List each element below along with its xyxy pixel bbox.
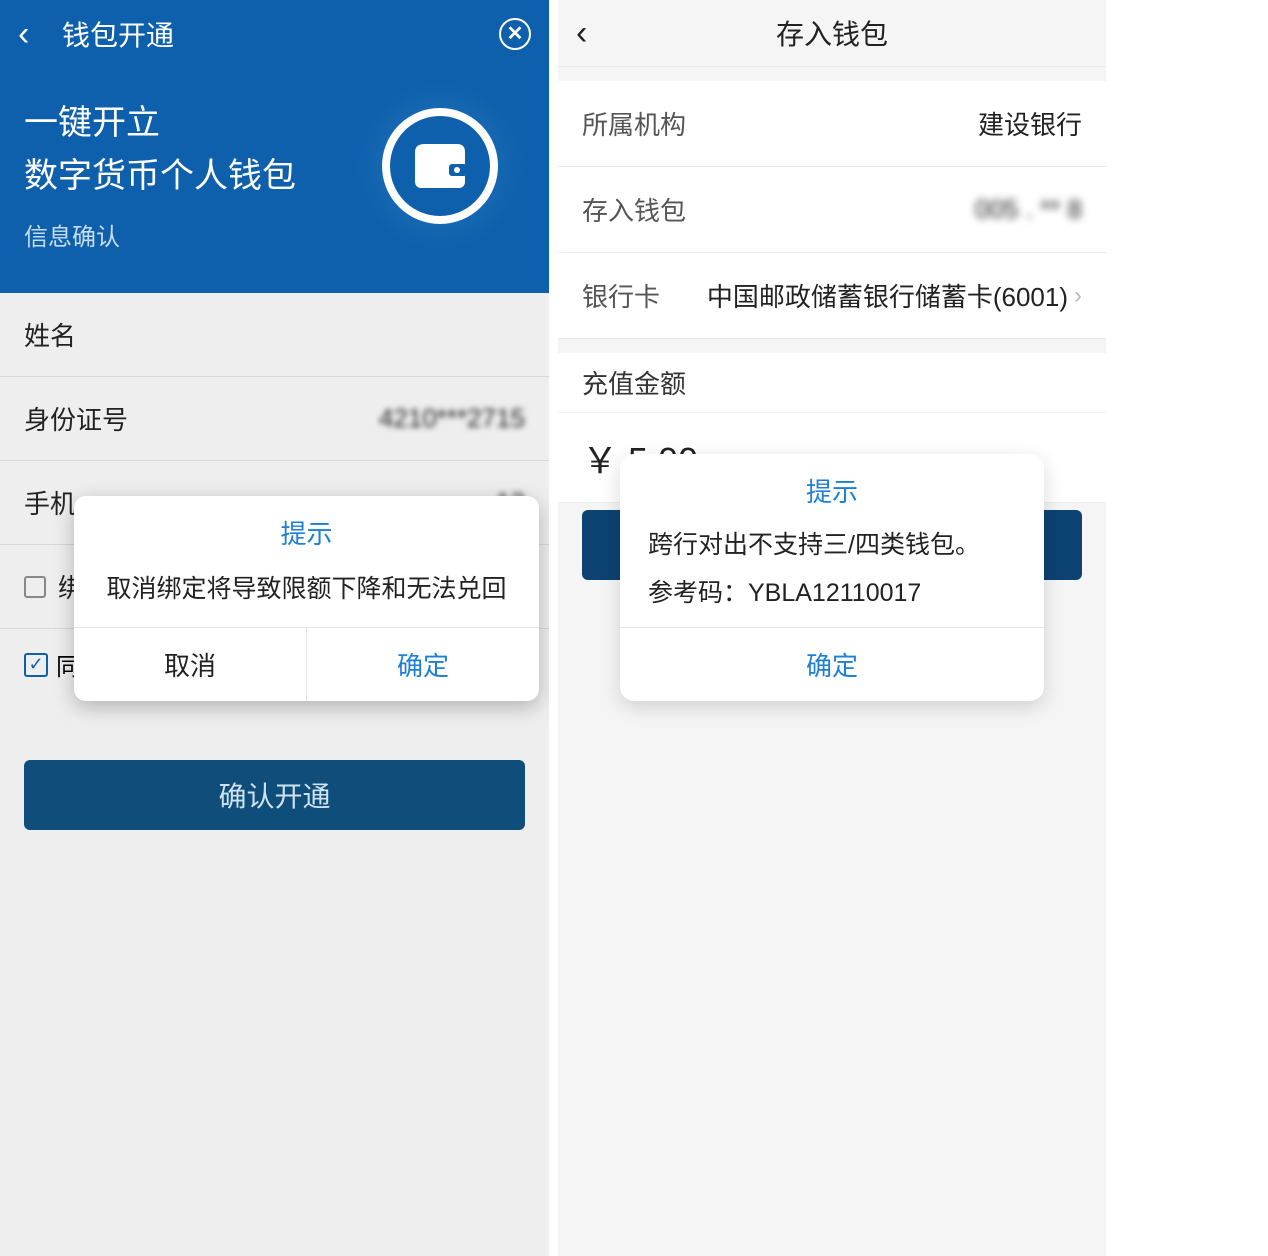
row-org: 所属机构 建设银行 <box>558 81 1106 167</box>
ok-button[interactable]: 确定 <box>620 627 1044 701</box>
alert-dialog: 提示 取消绑定将导致限额下降和无法兑回 取消 确定 <box>74 496 539 701</box>
dialog-title: 提示 <box>620 454 1044 521</box>
dialog-title: 提示 <box>74 496 539 563</box>
back-icon[interactable]: ‹ <box>576 16 602 50</box>
wallet-icon <box>413 142 467 190</box>
row-wallet: 存入钱包 005 . ** 8 <box>558 167 1106 253</box>
wallet-circle <box>382 108 498 224</box>
checkbox-checked-icon[interactable]: ✓ <box>24 653 48 677</box>
row-name[interactable]: 姓名 <box>0 293 549 377</box>
hero-banner: 一键开立 数字货币个人钱包 信息确认 <box>0 67 549 293</box>
dialog-message: 取消绑定将导致限额下降和无法兑回 <box>74 563 539 627</box>
confirm-open-button[interactable]: 确认开通 <box>24 760 525 830</box>
label-bankcard: 银行卡 <box>582 277 707 314</box>
row-bankcard[interactable]: 银行卡 中国邮政储蓄银行储蓄卡(6001) › <box>558 253 1106 339</box>
ok-button[interactable]: 确定 <box>307 628 539 701</box>
value-id: 4210***2715 <box>379 403 525 434</box>
screen-deposit: ‹ 存入钱包 所属机构 建设银行 存入钱包 005 . ** 8 银行卡 中国邮… <box>558 0 1106 1256</box>
screen-wallet-open: ‹ 钱包开通 ✕ 一键开立 数字货币个人钱包 信息确认 姓名 身份证号 4210… <box>0 0 549 1256</box>
header: ‹ 钱包开通 ✕ <box>0 0 549 67</box>
close-icon[interactable]: ✕ <box>499 18 531 50</box>
checkbox-icon[interactable] <box>24 576 46 598</box>
back-icon[interactable]: ‹ <box>18 17 44 51</box>
wallet-glow <box>355 81 525 251</box>
header: ‹ 存入钱包 <box>558 0 1106 67</box>
cancel-button[interactable]: 取消 <box>74 628 307 701</box>
row-id[interactable]: 身份证号 4210***2715 <box>0 377 549 461</box>
label-id: 身份证号 <box>24 400 379 437</box>
label-org: 所属机构 <box>582 105 978 142</box>
dialog-ref-code: 参考码：YBLA12110017 <box>620 573 1044 627</box>
label-name: 姓名 <box>24 316 525 353</box>
page-title: 存入钱包 <box>602 13 1062 53</box>
value-bankcard: 中国邮政储蓄银行储蓄卡(6001) <box>707 277 1068 314</box>
alert-dialog: 提示 跨行对出不支持三/四类钱包。 参考码：YBLA12110017 确定 <box>620 454 1044 701</box>
value-wallet: 005 . ** 8 <box>975 194 1082 225</box>
value-org: 建设银行 <box>978 105 1082 142</box>
page-title: 钱包开通 <box>62 14 499 54</box>
dialog-message: 跨行对出不支持三/四类钱包。 <box>620 521 1044 573</box>
dialog-buttons: 取消 确定 <box>74 627 539 701</box>
label-wallet: 存入钱包 <box>582 191 975 228</box>
amount-label: 充值金额 <box>558 353 1106 413</box>
chevron-right-icon: › <box>1074 282 1082 310</box>
